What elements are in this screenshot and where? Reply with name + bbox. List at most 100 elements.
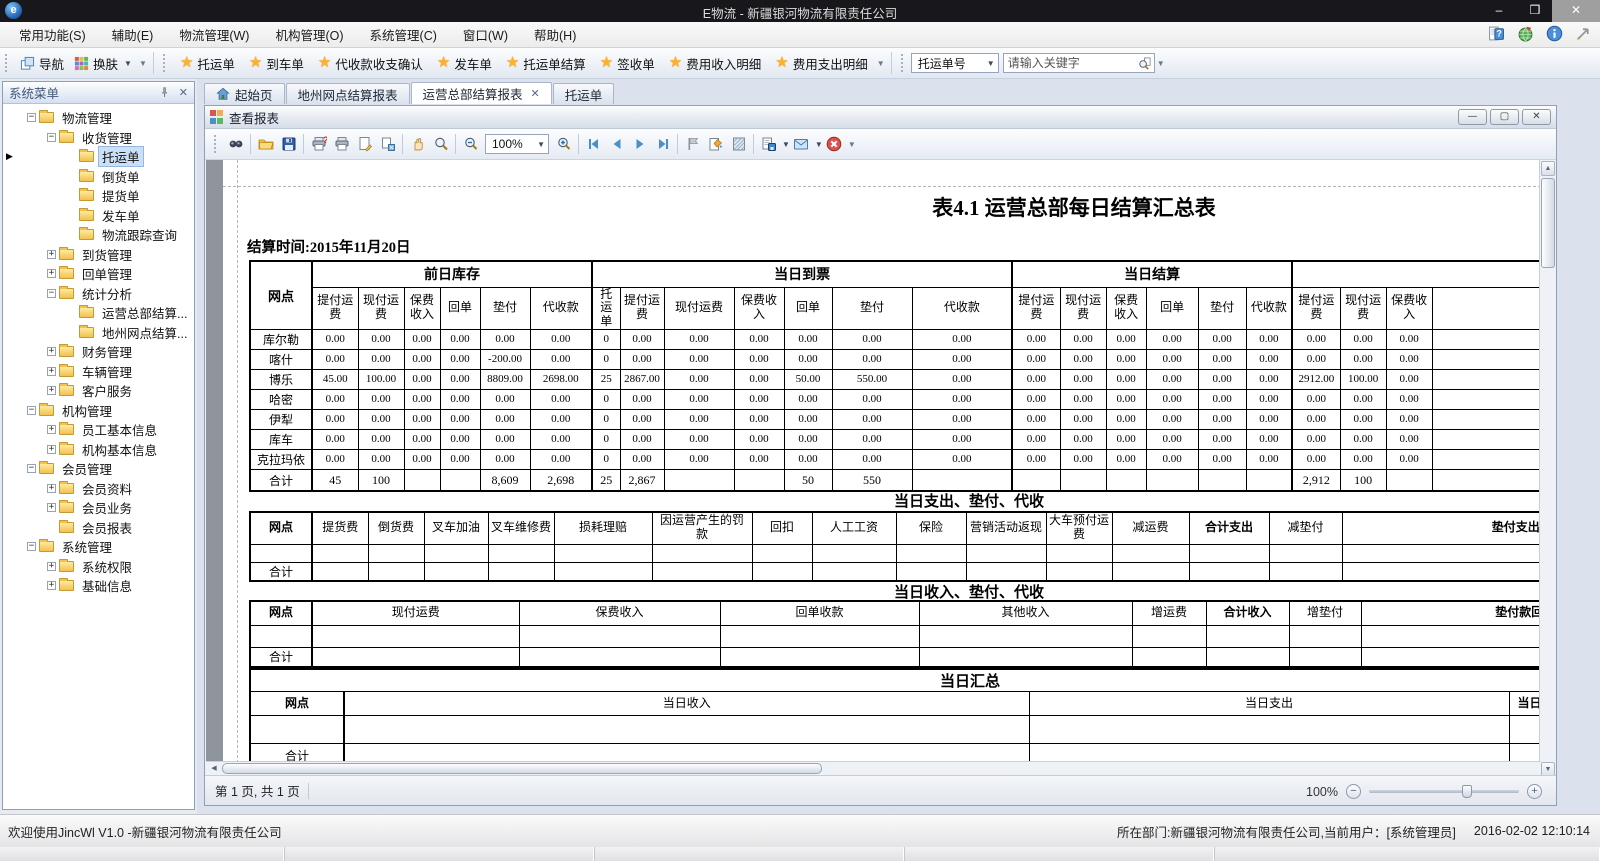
collapse-icon[interactable]: −: [47, 289, 56, 298]
vertical-scroll-thumb[interactable]: [1541, 178, 1555, 268]
menu-item[interactable]: 系统管理(C): [357, 21, 450, 48]
zoom-tool-icon[interactable]: [429, 133, 452, 156]
pin-icon[interactable]: [158, 86, 171, 99]
toolbar-grip[interactable]: [163, 54, 168, 72]
sidebar-item[interactable]: +回单管理: [3, 264, 194, 284]
sidebar-item[interactable]: −会员管理: [3, 459, 194, 479]
sidebar-item[interactable]: 发车单: [3, 206, 194, 226]
favorite-button[interactable]: ★代收款收支确认: [311, 51, 430, 76]
zoom-combo[interactable]: 100%▼: [485, 134, 549, 154]
window-restore-button[interactable]: ❒: [1518, 0, 1552, 22]
search-icon[interactable]: [1137, 56, 1154, 71]
favorite-button[interactable]: ★发车单: [430, 51, 499, 76]
collapse-icon[interactable]: −: [27, 113, 36, 122]
prev-page-icon[interactable]: [605, 133, 628, 156]
sidebar-item[interactable]: 物流跟踪查询: [3, 225, 194, 245]
navigation-button[interactable]: 导航: [15, 51, 69, 76]
chevron-down-icon[interactable]: ▼: [782, 140, 790, 149]
last-page-icon[interactable]: [651, 133, 674, 156]
window-close-button[interactable]: ✕: [1552, 0, 1600, 22]
launch-icon[interactable]: [1575, 25, 1592, 42]
favorite-button[interactable]: ★费用收入明细: [662, 51, 768, 76]
sidebar-item[interactable]: 会员报表: [3, 518, 194, 538]
collapse-icon[interactable]: −: [47, 133, 56, 142]
search-type-combo[interactable]: 托运单号 ▼: [911, 53, 999, 73]
open-icon[interactable]: [254, 133, 277, 156]
menu-item[interactable]: 辅助(E): [99, 21, 167, 48]
scale-page-icon[interactable]: [376, 133, 399, 156]
zoom-slider[interactable]: [1369, 790, 1519, 793]
watermark-icon[interactable]: [704, 133, 727, 156]
export-icon[interactable]: [757, 133, 780, 156]
viewer-minimize-button[interactable]: —: [1458, 109, 1487, 125]
sidebar-item[interactable]: +会员业务: [3, 498, 194, 518]
expand-icon[interactable]: +: [47, 386, 56, 395]
sidebar-item[interactable]: +员工基本信息: [3, 420, 194, 440]
expand-icon[interactable]: +: [47, 269, 56, 278]
tab-1[interactable]: 起始页: [204, 83, 285, 104]
edit-page-icon[interactable]: [727, 133, 750, 156]
sidebar-item[interactable]: 托运单▶: [3, 147, 194, 167]
expand-icon[interactable]: +: [47, 562, 56, 571]
viewer-close-button[interactable]: ✕: [1522, 109, 1551, 125]
collapse-icon[interactable]: −: [27, 406, 36, 415]
sidebar-item[interactable]: +基础信息: [3, 576, 194, 596]
expand-icon[interactable]: +: [47, 445, 56, 454]
close-icon[interactable]: ✕: [531, 87, 540, 100]
hand-tool-icon[interactable]: [406, 133, 429, 156]
scroll-up-icon[interactable]: ▲: [1541, 161, 1555, 176]
favorite-button[interactable]: ★费用支出明细: [768, 51, 874, 76]
expand-icon[interactable]: +: [47, 484, 56, 493]
favorite-button[interactable]: ★托运单: [173, 51, 242, 76]
sidebar-item[interactable]: +系统权限: [3, 557, 194, 577]
sidebar-item[interactable]: +财务管理: [3, 342, 194, 362]
horizontal-scroll-thumb[interactable]: [222, 763, 822, 774]
sidebar-item[interactable]: 提货单: [3, 186, 194, 206]
sidebar-item[interactable]: +客户服务: [3, 381, 194, 401]
menu-item[interactable]: 帮助(H): [521, 21, 589, 48]
menu-item[interactable]: 物流管理(W): [166, 21, 262, 48]
help-doc-icon[interactable]: ?: [1488, 25, 1505, 42]
expand-icon[interactable]: +: [47, 581, 56, 590]
collapse-icon[interactable]: −: [27, 464, 36, 473]
window-minimize-button[interactable]: –: [1482, 0, 1516, 22]
toolbar-grip[interactable]: [901, 54, 906, 72]
menu-item[interactable]: 常用功能(S): [6, 21, 99, 48]
tab-3[interactable]: 运营总部结算报表✕: [411, 82, 552, 104]
expand-icon[interactable]: +: [47, 250, 56, 259]
sidebar-item[interactable]: −机构管理: [3, 401, 194, 421]
bookmark-icon[interactable]: [681, 133, 704, 156]
email-icon[interactable]: [790, 133, 813, 156]
find-icon[interactable]: [224, 133, 247, 156]
first-page-icon[interactable]: [582, 133, 605, 156]
search-input[interactable]: [1004, 56, 1137, 70]
vertical-scrollbar[interactable]: ▲ ▼: [1539, 160, 1555, 778]
sidebar-item[interactable]: 倒货单: [3, 167, 194, 187]
tab-4[interactable]: 托运单: [553, 83, 615, 104]
zoom-out-icon[interactable]: [459, 133, 482, 156]
expand-icon[interactable]: +: [47, 347, 56, 356]
favorites-overflow-icon[interactable]: ▼: [875, 59, 887, 68]
favorite-button[interactable]: ★托运单结算: [499, 51, 593, 76]
skin-button[interactable]: 换肤 ▼: [69, 51, 137, 76]
save-icon[interactable]: [277, 133, 300, 156]
sidebar-item[interactable]: +到货管理: [3, 245, 194, 265]
zoom-out-icon[interactable]: −: [1346, 784, 1361, 799]
zoom-slider-thumb[interactable]: [1462, 785, 1472, 798]
favorite-button[interactable]: ★到车单: [242, 51, 311, 76]
menu-item[interactable]: 窗口(W): [450, 21, 521, 48]
collapse-icon[interactable]: −: [27, 542, 36, 551]
toolbar-overflow-icon[interactable]: ▼: [137, 59, 149, 68]
info-icon[interactable]: [1546, 25, 1563, 42]
close-report-icon[interactable]: [823, 133, 846, 156]
search-overflow-icon[interactable]: ▼: [1155, 59, 1167, 68]
sidebar-item[interactable]: −统计分析: [3, 284, 194, 304]
sidebar-item[interactable]: −收货管理: [3, 128, 194, 148]
sidebar-item[interactable]: +机构基本信息: [3, 440, 194, 460]
sidebar-item[interactable]: 地州网点结算...: [3, 323, 194, 343]
print-settings-icon[interactable]: ?: [307, 133, 330, 156]
scroll-left-icon[interactable]: ◀: [207, 763, 221, 775]
menu-item[interactable]: 机构管理(O): [262, 21, 356, 48]
favorite-button[interactable]: ★签收单: [593, 51, 662, 76]
zoom-in-icon[interactable]: [552, 133, 575, 156]
